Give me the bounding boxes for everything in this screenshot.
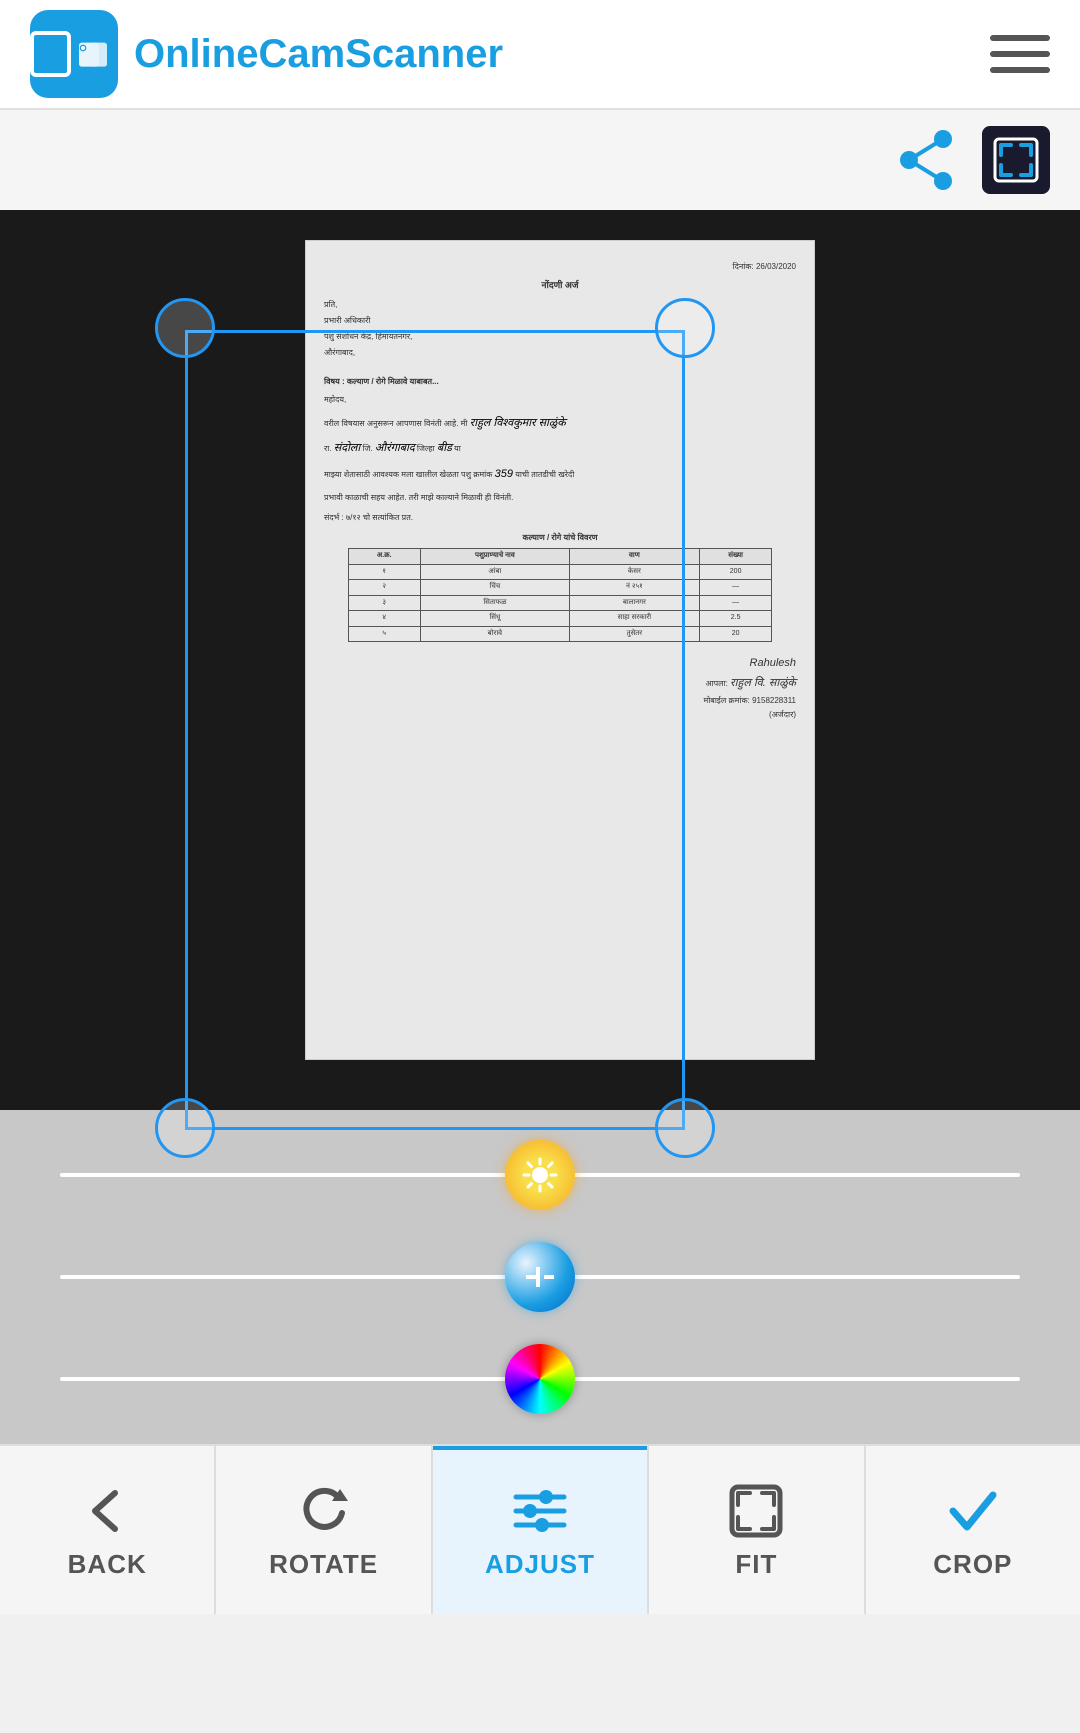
share-icon <box>895 129 957 191</box>
fit-icon <box>726 1481 786 1541</box>
nav-rotate-button[interactable]: ROTATE <box>216 1446 430 1614</box>
menu-button[interactable] <box>990 24 1050 84</box>
nav-adjust-label: ADJUST <box>485 1549 595 1580</box>
hamburger-line-1 <box>990 35 1050 41</box>
bottom-navigation: BACK ROTATE ADJUST <box>0 1444 1080 1614</box>
doc-date: दिनांक: 26/03/2020 <box>324 261 796 273</box>
nav-adjust-button[interactable]: ADJUST <box>433 1446 647 1614</box>
adjust-sliders-icon <box>510 1481 570 1541</box>
table-cell-3-3: 2.5 <box>699 611 772 627</box>
color-slider-row <box>60 1344 1020 1414</box>
nav-fit-label: FIT <box>735 1549 777 1580</box>
document-toolbar <box>0 110 1080 210</box>
table-cell-2-3: — <box>699 595 772 611</box>
nav-crop-label: CROP <box>933 1549 1012 1580</box>
table-cell-1-3: — <box>699 580 772 596</box>
exposure-icon <box>522 1259 558 1295</box>
fullscreen-button[interactable] <box>982 126 1050 194</box>
app-name-label: OnlineCamScanner <box>134 32 503 77</box>
fullscreen-icon <box>993 137 1039 183</box>
nav-back-button[interactable]: BACK <box>0 1446 214 1614</box>
nav-back-label: BACK <box>68 1549 147 1580</box>
crop-selection-border <box>185 330 685 1130</box>
back-arrow-icon <box>77 1481 137 1541</box>
document-wrapper: दिनांक: 26/03/2020 नोंदणी अर्ज प्रति, प्… <box>0 210 1080 1110</box>
table-cell-4-3: 20 <box>699 626 772 642</box>
logo-area: OnlineCamScanner <box>30 10 503 98</box>
app-logo-icon <box>30 10 118 98</box>
color-slider-thumb[interactable] <box>505 1344 575 1414</box>
crop-checkmark-icon <box>943 1481 1003 1541</box>
exposure-slider-thumb[interactable] <box>505 1242 575 1312</box>
nav-fit-button[interactable]: FIT <box>649 1446 863 1614</box>
color-slider-track[interactable] <box>60 1377 1020 1381</box>
crop-handle-bottom-left[interactable] <box>155 1098 215 1158</box>
crop-handle-top-right[interactable] <box>655 298 715 358</box>
brightness-slider-thumb[interactable] <box>505 1140 575 1210</box>
sun-icon <box>522 1157 558 1193</box>
doc-address1: प्रभारी अधिकारी <box>324 315 796 327</box>
doc-title: नोंदणी अर्ज <box>324 279 796 293</box>
header: OnlineCamScanner <box>0 0 1080 110</box>
hamburger-line-3 <box>990 67 1050 73</box>
crop-handle-top-left[interactable] <box>155 298 215 358</box>
share-button[interactable] <box>890 124 962 196</box>
exposure-slider-track[interactable] <box>60 1275 1020 1279</box>
adjustment-sliders-area <box>0 1110 1080 1444</box>
exposure-slider-row <box>60 1242 1020 1312</box>
table-cell-0-3: 200 <box>699 564 772 580</box>
hamburger-line-2 <box>990 51 1050 57</box>
rotate-icon <box>294 1481 354 1541</box>
nav-crop-button[interactable]: CROP <box>866 1446 1080 1614</box>
nav-rotate-label: ROTATE <box>269 1549 378 1580</box>
doc-to: प्रति, <box>324 299 796 311</box>
crop-handle-bottom-right[interactable] <box>655 1098 715 1158</box>
brightness-slider-track[interactable] <box>60 1173 1020 1177</box>
table-header-3: संख्या <box>699 549 772 565</box>
main-content-area: दिनांक: 26/03/2020 नोंदणी अर्ज प्रति, प्… <box>0 210 1080 1444</box>
